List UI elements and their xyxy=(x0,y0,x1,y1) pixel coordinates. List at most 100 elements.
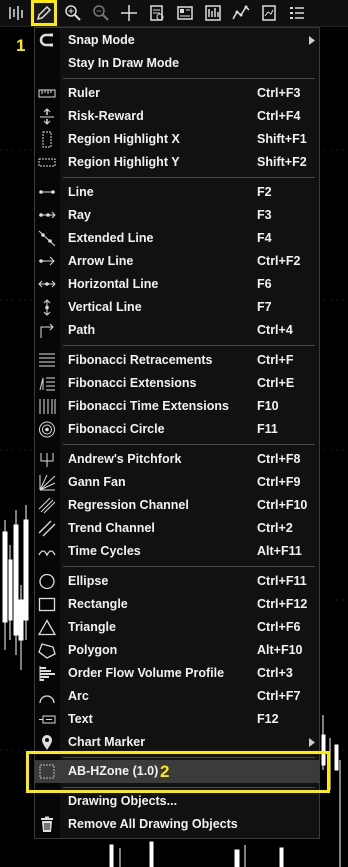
line-icon xyxy=(38,184,56,201)
menu-item-triangle[interactable]: Triangle Ctrl+F6 xyxy=(35,616,319,639)
menu-item-stay-in-draw-mode[interactable]: Stay In Draw Mode xyxy=(35,52,319,75)
menu-item-label: Andrew's Pitchfork xyxy=(68,452,182,466)
menu-item-region-highlight-x[interactable]: Region Highlight X Shift+F1 xyxy=(35,128,319,151)
menu-item-label: Fibonacci Circle xyxy=(68,422,165,436)
menu-item-ruler[interactable]: Ruler Ctrl+F3 xyxy=(35,82,319,105)
menu-item-arc[interactable]: Arc Ctrl+F7 xyxy=(35,685,319,708)
menu-item-shortcut: F12 xyxy=(257,712,279,726)
ray-icon xyxy=(38,207,56,224)
menu-item-fibonacci-circle[interactable]: Fibonacci Circle F11 xyxy=(35,418,319,441)
triangle-icon xyxy=(38,619,56,636)
menu-item-shortcut: Ctrl+F11 xyxy=(257,574,307,588)
menu-item-andrews-pitchfork[interactable]: Andrew's Pitchfork Ctrl+F8 xyxy=(35,448,319,471)
menu-item-drawing-objects[interactable]: Drawing Objects... xyxy=(35,790,319,813)
bar-chart-style-button[interactable] xyxy=(4,1,28,25)
menu-item-label: Horizontal Line xyxy=(68,277,159,291)
menu-item-shortcut: F10 xyxy=(257,399,279,413)
fibonacci-time-extensions-icon xyxy=(38,398,56,415)
time-cycles-icon xyxy=(38,543,56,560)
menu-item-trend-channel[interactable]: Trend Channel Ctrl+2 xyxy=(35,517,319,540)
menu-item-label: Arc xyxy=(68,689,89,703)
extended-line-icon xyxy=(38,230,56,247)
menu-item-shortcut: F3 xyxy=(257,208,272,222)
ab-hzone-icon xyxy=(38,763,56,780)
menu-item-shortcut: Ctrl+F2 xyxy=(257,254,301,268)
menu-item-line[interactable]: Line F2 xyxy=(35,181,319,204)
properties-button[interactable] xyxy=(173,1,197,25)
menu-item-label: Arrow Line xyxy=(68,254,134,268)
list-button[interactable] xyxy=(285,1,309,25)
menu-item-arrow-line[interactable]: Arrow Line Ctrl+F2 xyxy=(35,250,319,273)
drawing-tools-button[interactable] xyxy=(31,0,57,26)
menu-item-label: Extended Line xyxy=(68,231,154,245)
menu-item-shortcut: Ctrl+F10 xyxy=(257,498,308,512)
zoom-out-icon xyxy=(93,5,109,21)
menu-item-region-highlight-y[interactable]: Region Highlight Y Shift+F2 xyxy=(35,151,319,174)
menu-item-ellipse[interactable]: Ellipse Ctrl+F11 xyxy=(35,570,319,593)
menu-item-vertical-line[interactable]: Vertical Line F7 xyxy=(35,296,319,319)
zoom-out-button[interactable] xyxy=(89,1,113,25)
menu-item-shortcut: F7 xyxy=(257,300,272,314)
chart-trader-button[interactable] xyxy=(201,1,225,25)
menu-item-rectangle[interactable]: Rectangle Ctrl+F12 xyxy=(35,593,319,616)
menu-item-snap-mode[interactable]: Snap Mode xyxy=(35,29,319,52)
ellipse-icon xyxy=(38,573,56,590)
menu-item-label: Regression Channel xyxy=(68,498,189,512)
menu-item-polygon[interactable]: Polygon Alt+F10 xyxy=(35,639,319,662)
arrow-line-icon xyxy=(38,253,56,270)
map-pin-icon xyxy=(38,734,56,751)
submenu-arrow-icon xyxy=(309,738,315,747)
menu-item-order-flow-volume-profile[interactable]: Order Flow Volume Profile Ctrl+3 xyxy=(35,662,319,685)
menu-separator xyxy=(63,78,315,79)
menu-item-label: Snap Mode xyxy=(68,33,135,47)
menu-item-extended-line[interactable]: Extended Line F4 xyxy=(35,227,319,250)
menu-item-shortcut: F6 xyxy=(257,277,272,291)
menu-item-path[interactable]: Path Ctrl+4 xyxy=(35,319,319,342)
gann-fan-icon xyxy=(38,474,56,491)
menu-item-remove-all-drawing-objects[interactable]: Remove All Drawing Objects xyxy=(35,813,319,836)
strategies-button[interactable] xyxy=(257,1,281,25)
magnet-icon xyxy=(38,32,56,49)
menu-item-label: Fibonacci Extensions xyxy=(68,376,197,390)
menu-item-label: Polygon xyxy=(68,643,118,657)
menu-separator xyxy=(63,757,315,758)
zoom-in-button[interactable] xyxy=(61,1,85,25)
risk-reward-icon xyxy=(38,108,56,125)
menu-separator xyxy=(63,787,315,788)
crosshair-button[interactable] xyxy=(117,1,141,25)
menu-item-shortcut: Alt+F11 xyxy=(257,544,302,558)
menu-item-shortcut: Ctrl+2 xyxy=(257,521,293,535)
menu-item-label: Risk-Reward xyxy=(68,109,144,123)
menu-item-label: AB-HZone (1.0) xyxy=(68,764,159,778)
menu-item-ab-hzone[interactable]: AB-HZone (1.0) xyxy=(35,760,319,783)
indicators-button[interactable] xyxy=(229,1,253,25)
menu-item-gann-fan[interactable]: Gann Fan Ctrl+F9 xyxy=(35,471,319,494)
menu-item-fibonacci-time-extensions[interactable]: Fibonacci Time Extensions F10 xyxy=(35,395,319,418)
fibonacci-extensions-icon xyxy=(38,375,56,392)
menu-item-risk-reward[interactable]: Risk-Reward Ctrl+F4 xyxy=(35,105,319,128)
strategies-icon xyxy=(262,5,276,21)
fibonacci-circle-icon xyxy=(38,421,56,438)
pencil-drawing-tools-icon xyxy=(36,5,52,21)
menu-item-label: Drawing Objects... xyxy=(68,794,178,808)
menu-item-fibonacci-extensions[interactable]: Fibonacci Extensions Ctrl+E xyxy=(35,372,319,395)
callout-2: 2 xyxy=(160,762,170,781)
menu-item-shortcut: Ctrl+F7 xyxy=(257,689,301,703)
menu-item-shortcut: Ctrl+F8 xyxy=(257,452,301,466)
menu-item-chart-marker[interactable]: Chart Marker xyxy=(35,731,319,754)
menu-item-shortcut: Shift+F2 xyxy=(257,155,307,169)
menu-item-ray[interactable]: Ray F3 xyxy=(35,204,319,227)
menu-item-fibonacci-retracements[interactable]: Fibonacci Retracements Ctrl+F xyxy=(35,349,319,372)
menu-separator xyxy=(63,566,315,567)
menu-separator xyxy=(63,444,315,445)
arc-icon xyxy=(38,688,56,705)
menu-item-label: Gann Fan xyxy=(68,475,126,489)
menu-item-label: Ellipse xyxy=(68,574,109,588)
region-highlight-y-icon xyxy=(38,154,56,171)
menu-item-horizontal-line[interactable]: Horizontal Line F6 xyxy=(35,273,319,296)
menu-item-regression-channel[interactable]: Regression Channel Ctrl+F10 xyxy=(35,494,319,517)
menu-item-label: Fibonacci Time Extensions xyxy=(68,399,229,413)
menu-item-text[interactable]: Text F12 xyxy=(35,708,319,731)
menu-item-time-cycles[interactable]: Time Cycles Alt+F11 xyxy=(35,540,319,563)
data-box-button[interactable] xyxy=(145,1,169,25)
